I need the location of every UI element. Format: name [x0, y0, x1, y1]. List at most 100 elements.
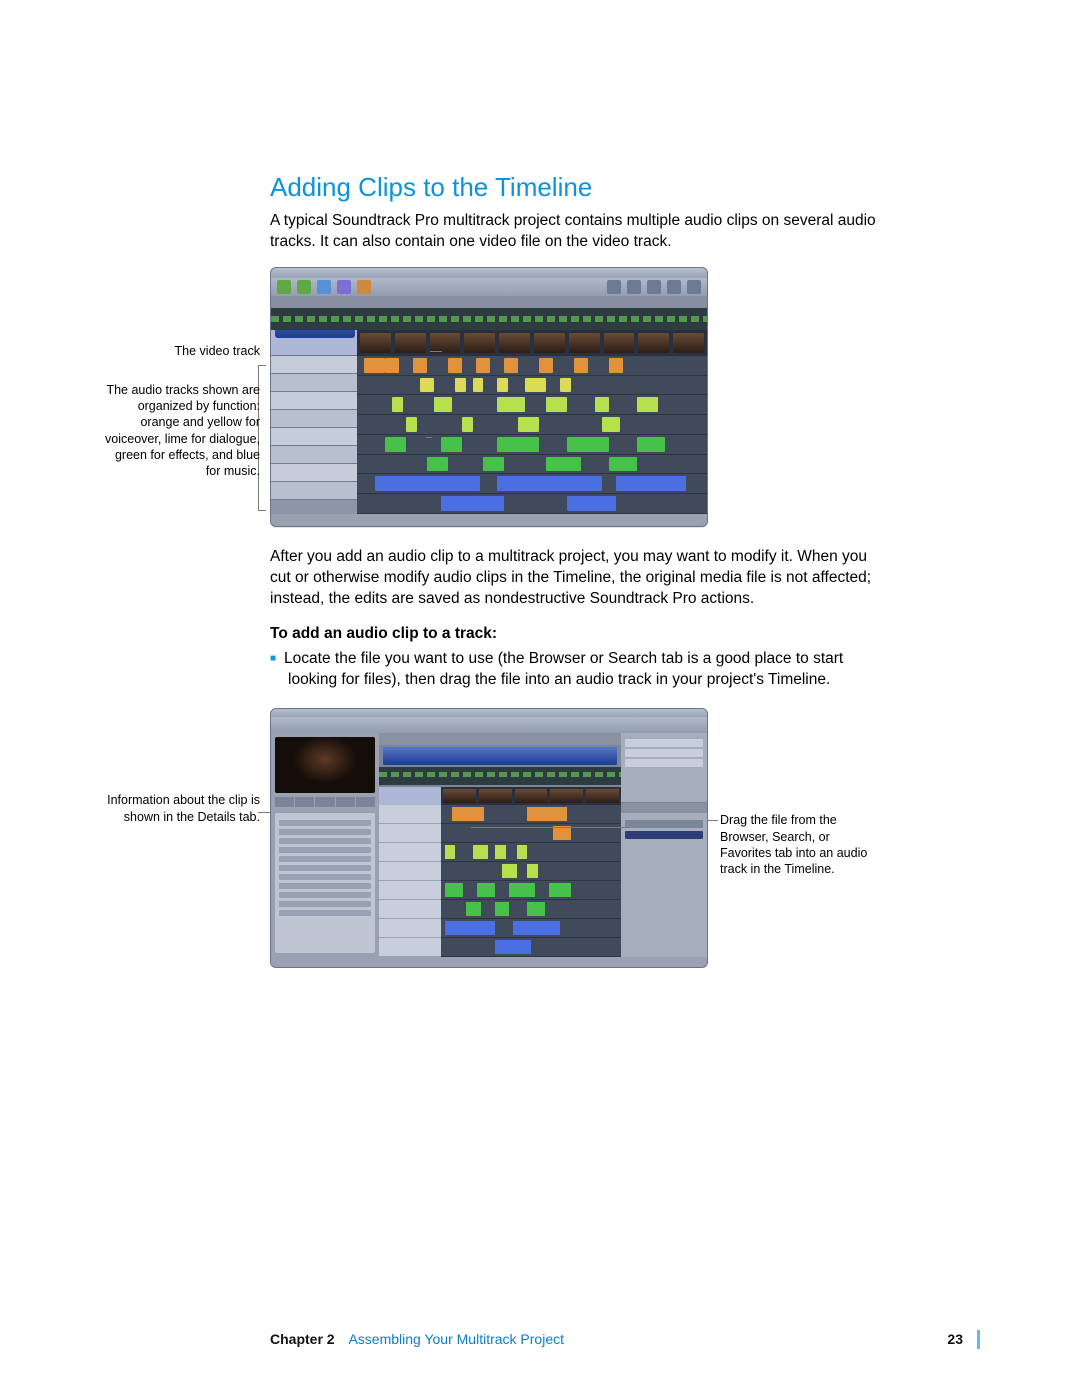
track-lane — [441, 805, 621, 824]
track-header — [271, 464, 357, 482]
audio-clip — [609, 457, 637, 472]
control-strip — [271, 296, 707, 308]
audio-clip — [509, 883, 534, 897]
audio-clip — [406, 417, 417, 432]
timeline-overview — [379, 767, 621, 785]
track-headers-column — [271, 330, 357, 514]
audio-clip — [549, 883, 571, 897]
track-lane — [357, 494, 707, 514]
track-lane — [441, 881, 621, 900]
mid-paragraph: After you add an audio clip to a multitr… — [270, 547, 880, 610]
footer-chapter-title: Assembling Your Multitrack Project — [348, 1331, 564, 1347]
track-lane — [357, 395, 707, 415]
video-thumbnail-row — [357, 330, 707, 356]
track-lane — [357, 356, 707, 376]
audio-clip — [553, 826, 571, 840]
track-headers-column — [379, 805, 441, 957]
audio-clip — [637, 397, 658, 412]
transport-bar — [271, 514, 707, 526]
selected-file-item — [625, 831, 703, 839]
window-titlebar — [271, 268, 707, 278]
toolbar-button-icon — [337, 280, 351, 294]
track-header — [271, 446, 357, 464]
track-lane — [441, 862, 621, 881]
audio-clip — [560, 378, 571, 393]
callout-line — [430, 351, 442, 352]
footer-page-number: 23 — [947, 1331, 973, 1347]
window-toolbar — [271, 278, 707, 296]
audio-clip — [497, 397, 525, 412]
track-lane — [441, 919, 621, 938]
window-titlebar — [271, 709, 707, 717]
toolbar-button-icon — [317, 280, 331, 294]
video-preview-icon — [275, 737, 375, 793]
track-lane — [441, 824, 621, 843]
audio-clip — [452, 807, 484, 821]
audio-clip — [497, 476, 602, 491]
video-track-row — [379, 787, 621, 805]
procedure-step-text: Locate the file you want to use (the Bro… — [288, 649, 880, 691]
audio-clip — [546, 397, 567, 412]
video-thumb-icon — [360, 333, 391, 353]
audio-clip — [413, 358, 427, 373]
audio-clip — [392, 397, 403, 412]
audio-clip — [375, 476, 480, 491]
callout-line — [258, 812, 270, 813]
audio-clip — [602, 417, 620, 432]
audio-clip — [441, 437, 462, 452]
audio-clip — [517, 845, 528, 859]
right-panel — [621, 733, 707, 957]
track-header — [271, 428, 357, 446]
procedure-subhead: To add an audio clip to a track: — [270, 624, 880, 645]
audio-clip — [539, 358, 553, 373]
procedure-steps: Locate the file you want to use (the Bro… — [270, 649, 880, 691]
track-header — [271, 392, 357, 410]
track-header — [271, 374, 357, 392]
audio-clip — [637, 437, 665, 452]
audio-clip — [616, 476, 686, 491]
audio-clip — [495, 902, 509, 916]
callout-details-tab: Information about the clip is shown in t… — [100, 792, 270, 825]
toolbar-button-icon — [607, 280, 621, 294]
callout-line — [708, 820, 718, 821]
audio-clip — [364, 358, 385, 373]
transport-bar — [271, 957, 707, 967]
toolbar-button-icon — [687, 280, 701, 294]
audio-clip — [527, 864, 538, 878]
audio-clip — [495, 845, 506, 859]
window-toolbar — [271, 717, 707, 733]
audio-clip — [420, 378, 434, 393]
details-tab-panel — [275, 813, 375, 953]
audio-clip — [445, 883, 463, 897]
audio-clip — [502, 864, 516, 878]
left-tabs — [271, 797, 379, 809]
right-top-section — [621, 733, 707, 803]
track-header — [271, 482, 357, 500]
audio-clip — [525, 378, 546, 393]
audio-clip — [513, 921, 560, 935]
audio-clip — [595, 397, 609, 412]
file-list — [621, 813, 707, 957]
audio-clip — [462, 417, 473, 432]
audio-clip — [441, 496, 504, 511]
toolbar-button-icon — [297, 280, 311, 294]
track-header — [271, 356, 357, 374]
audio-clip — [518, 417, 539, 432]
track-lane — [441, 900, 621, 919]
track-lane — [441, 843, 621, 862]
audio-clip — [477, 883, 495, 897]
figure-1-wrap: The video track The audio tracks shown a… — [270, 267, 880, 527]
toolbar-button-icon — [667, 280, 681, 294]
center-timeline — [379, 733, 621, 957]
page-footer: Chapter 2 Assembling Your Multitrack Pro… — [270, 1330, 980, 1349]
audio-clip — [527, 902, 545, 916]
track-lane — [357, 474, 707, 494]
audio-clip — [567, 496, 616, 511]
audio-clip — [497, 378, 508, 393]
audio-clip — [448, 358, 462, 373]
callout-video-track: The video track — [100, 343, 270, 359]
figure-2-wrap: Information about the clip is shown in t… — [270, 708, 708, 968]
audio-clip — [445, 845, 456, 859]
audio-clip — [483, 457, 504, 472]
section-heading: Adding Clips to the Timeline — [270, 170, 880, 205]
